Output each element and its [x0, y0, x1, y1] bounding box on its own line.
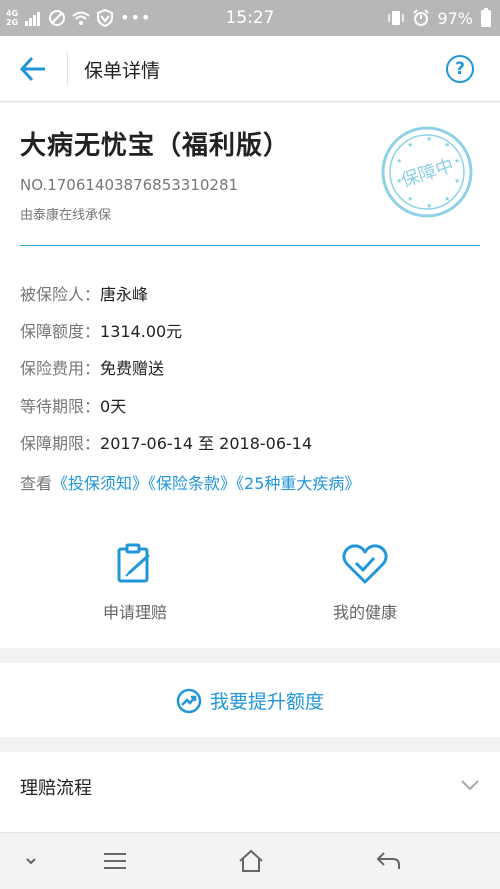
- back-nav-icon[interactable]: [375, 849, 401, 873]
- heart-check-icon: [342, 544, 388, 584]
- policy-card: 大病无忧宝（福利版） NO.17061403876853310281 由泰康在线…: [0, 103, 500, 648]
- page-title: 保单详情: [84, 60, 161, 82]
- chevron-down-icon: [461, 780, 479, 791]
- premium-label: 保险费用：: [20, 359, 101, 378]
- coverage-row: 保障额度：1314.00元: [20, 318, 182, 342]
- claim-form-icon: [117, 543, 151, 583]
- menu-icon[interactable]: [102, 849, 128, 873]
- coverage-period-label: 保障期限：: [20, 434, 101, 453]
- upgrade-label: 我要提升额度: [209, 691, 324, 713]
- insured-label: 被保险人：: [20, 285, 101, 304]
- insured-value: 唐永峰: [100, 285, 149, 304]
- claim-button[interactable]: 申请理赔: [75, 543, 195, 623]
- waiting-period-value: 0天: [100, 397, 127, 416]
- svg-text:★: ★: [454, 177, 460, 185]
- stamp-text: 保障中: [399, 155, 457, 192]
- my-health-button[interactable]: 我的健康: [305, 543, 425, 623]
- alarm-icon: [413, 9, 430, 26]
- upgrade-coverage-button[interactable]: 我要提升额度: [0, 663, 500, 737]
- help-icon[interactable]: ?: [446, 55, 474, 83]
- premium-row: 保险费用：免费赠送: [20, 355, 164, 379]
- svg-text:★: ★: [426, 202, 432, 210]
- svg-text:★: ★: [396, 157, 402, 165]
- system-nav-bar: [0, 832, 500, 889]
- svg-text:★: ★: [444, 195, 450, 203]
- coverage-label: 保障额度：: [20, 322, 101, 341]
- insured-row: 被保险人：唐永峰: [20, 281, 148, 305]
- svg-text:★: ★: [407, 141, 413, 149]
- underwriter: 由泰康在线承保: [20, 208, 112, 223]
- status-right: 97%: [387, 8, 492, 28]
- trend-up-icon: [176, 688, 202, 713]
- vibrate-icon: [388, 11, 405, 25]
- title-divider: [20, 245, 480, 246]
- links-prefix: 查看: [20, 474, 53, 493]
- coverage-period-row: 保障期限：2017-06-14 至 2018-06-14: [20, 430, 312, 454]
- nav-bar: 保单详情 ?: [0, 36, 500, 102]
- back-arrow-icon[interactable]: [18, 55, 48, 83]
- coverage-value: 1314.00元: [100, 322, 183, 341]
- coverage-period-value: 2017-06-14 至 2018-06-14: [100, 434, 313, 453]
- in-force-stamp: ★★★ ★★★ ★★★★ 保障中: [381, 126, 473, 218]
- premium-value: 免费赠送: [100, 359, 165, 378]
- claim-process-label: 理赔流程: [20, 778, 92, 799]
- document-links: 查看《投保须知》《保险条款》《25种重大疾病》: [20, 470, 360, 494]
- policy-name: 大病无忧宝（福利版）: [20, 131, 291, 161]
- policy-number: NO.17061403876853310281: [20, 176, 239, 194]
- waiting-period-row: 等待期限：0天: [20, 393, 126, 417]
- status-bar: 4G 2G ••• 15:27 97%: [0, 0, 500, 36]
- hide-nav-chevron-icon[interactable]: [18, 849, 44, 873]
- link-insurance-notice[interactable]: 《投保须知》: [52, 474, 148, 493]
- claim-process-row[interactable]: 理赔流程: [0, 752, 500, 832]
- svg-text:★: ★: [444, 141, 450, 149]
- nav-divider: [67, 53, 68, 85]
- battery-percent: 97%: [437, 8, 473, 28]
- upgrade-content: 我要提升额度: [0, 687, 500, 714]
- svg-text:★: ★: [407, 195, 413, 203]
- battery-icon: [481, 8, 491, 27]
- link-25-diseases[interactable]: 《25种重大疾病》: [236, 474, 360, 493]
- svg-text:★: ★: [426, 135, 432, 143]
- claim-label: 申请理赔: [102, 603, 167, 622]
- home-icon[interactable]: [238, 849, 264, 873]
- my-health-label: 我的健康: [332, 603, 397, 622]
- svg-text:★: ★: [454, 157, 460, 165]
- waiting-period-label: 等待期限：: [20, 397, 101, 416]
- link-policy-terms[interactable]: 《保险条款》: [148, 474, 236, 493]
